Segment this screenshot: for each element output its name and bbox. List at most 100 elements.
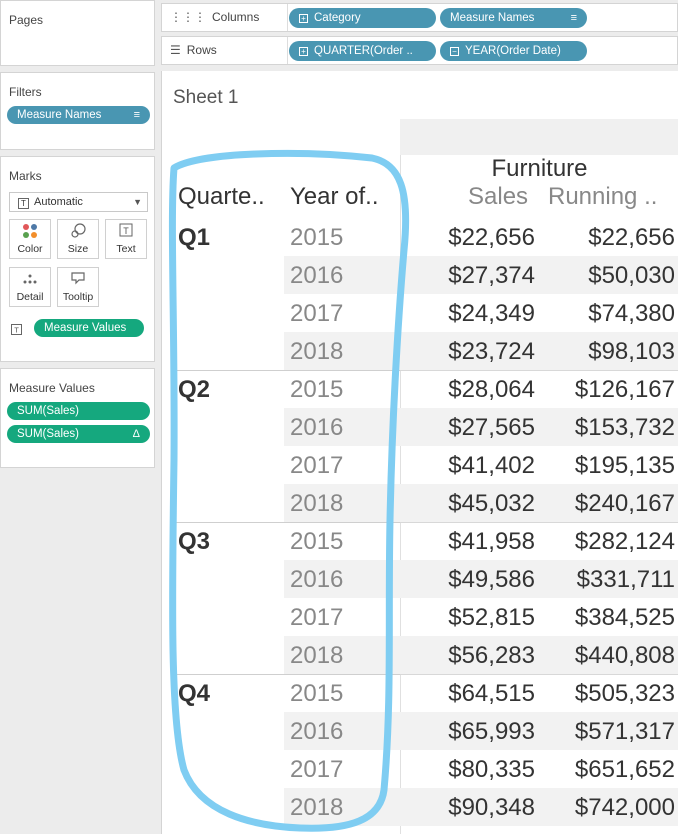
sales-cell[interactable]: $65,993 xyxy=(448,718,535,746)
chevron-down-icon: ▼ xyxy=(133,197,142,207)
shelf-divider xyxy=(287,4,288,31)
measure-values-card[interactable]: Measure Values SUM(Sales) SUM(Sales) Δ xyxy=(0,368,155,468)
year-label[interactable]: 2017 xyxy=(290,756,343,784)
year-label[interactable]: 2017 xyxy=(290,452,343,480)
year-label[interactable]: 2016 xyxy=(290,718,343,746)
sales-cell[interactable]: $27,374 xyxy=(448,262,535,290)
columns-pill-label: Measure Names xyxy=(450,12,535,24)
sales-cell[interactable]: $45,032 xyxy=(448,490,535,518)
year-label[interactable]: 2015 xyxy=(290,528,343,556)
text-mark-icon: T xyxy=(18,198,29,209)
sales-cell[interactable]: $64,515 xyxy=(448,680,535,708)
year-label[interactable]: 2015 xyxy=(290,376,343,404)
running-sum-cell[interactable]: $153,732 xyxy=(575,414,675,442)
running-sum-cell[interactable]: $50,030 xyxy=(588,262,675,290)
year-label[interactable]: 2017 xyxy=(290,604,343,632)
expand-plus-icon: + xyxy=(299,47,308,56)
rows-shelf[interactable]: ☰ Rows + QUARTER(Order .. − YEAR(Order Date… xyxy=(161,36,678,65)
running-sum-cell[interactable]: $331,711 xyxy=(577,566,675,594)
tooltip-button[interactable]: Tooltip xyxy=(57,267,99,307)
columns-pill-measure-names[interactable]: Measure Names ≡ xyxy=(440,8,587,28)
marks-card[interactable]: Marks T Automatic ▼ Color Size T Text De… xyxy=(0,156,155,362)
year-label[interactable]: 2018 xyxy=(290,794,343,822)
year-label[interactable]: 2016 xyxy=(290,414,343,442)
rows-pill-quarter[interactable]: + QUARTER(Order .. xyxy=(289,41,436,61)
mark-type-value: Automatic xyxy=(34,196,83,208)
quarter-separator-pane xyxy=(400,522,678,523)
color-button[interactable]: Color xyxy=(9,219,51,259)
running-sum-cell[interactable]: $195,135 xyxy=(575,452,675,480)
year-label[interactable]: 2017 xyxy=(290,300,343,328)
collapse-minus-icon: − xyxy=(450,47,459,56)
sales-cell[interactable]: $24,349 xyxy=(448,300,535,328)
svg-text:T: T xyxy=(14,326,19,335)
year-label[interactable]: 2018 xyxy=(290,490,343,518)
sales-cell[interactable]: $23,724 xyxy=(448,338,535,366)
running-sum-cell[interactable]: $22,656 xyxy=(588,224,675,252)
sales-cell[interactable]: $41,402 xyxy=(448,452,535,480)
running-sum-cell[interactable]: $98,103 xyxy=(588,338,675,366)
sort-icon: ≡ xyxy=(570,12,577,24)
filters-card[interactable]: Filters Measure Names ≡ xyxy=(0,72,155,150)
row-header-quarter[interactable]: Quarte.. xyxy=(178,183,265,211)
running-sum-cell[interactable]: $651,652 xyxy=(575,756,675,784)
sales-cell[interactable]: $80,335 xyxy=(448,756,535,784)
sales-cell[interactable]: $28,064 xyxy=(448,376,535,404)
year-label[interactable]: 2018 xyxy=(290,642,343,670)
year-label[interactable]: 2015 xyxy=(290,680,343,708)
header-band xyxy=(400,119,678,155)
columns-pill-category[interactable]: + Category xyxy=(289,8,436,28)
running-sum-cell[interactable]: $742,000 xyxy=(575,794,675,822)
columns-pill-label: Category xyxy=(314,12,361,24)
sales-cell[interactable]: $49,586 xyxy=(448,566,535,594)
pages-card[interactable]: Pages xyxy=(0,0,155,66)
mark-type-dropdown[interactable]: T Automatic ▼ xyxy=(9,192,148,212)
sales-cell[interactable]: $56,283 xyxy=(448,642,535,670)
sales-cell[interactable]: $22,656 xyxy=(448,224,535,252)
quarter-label[interactable]: Q4 xyxy=(178,680,210,708)
text-button[interactable]: T Text xyxy=(105,219,147,259)
column-header-sales[interactable]: Sales xyxy=(468,183,528,211)
sales-cell[interactable]: $52,815 xyxy=(448,604,535,632)
running-sum-cell[interactable]: $240,167 xyxy=(575,490,675,518)
running-sum-cell[interactable]: $440,808 xyxy=(575,642,675,670)
color-dots-icon xyxy=(10,223,50,243)
marks-pill-measure-values[interactable]: Measure Values xyxy=(34,319,144,337)
worksheet-canvas[interactable]: Sheet 1 Furniture Quarte.. Year of.. Sal… xyxy=(161,71,678,834)
quarter-separator xyxy=(172,370,400,371)
sort-icon: ≡ xyxy=(133,109,140,121)
size-button[interactable]: Size xyxy=(57,219,99,259)
size-label: Size xyxy=(67,243,89,255)
running-sum-cell[interactable]: $282,124 xyxy=(575,528,675,556)
quarter-separator xyxy=(172,674,400,675)
running-sum-cell[interactable]: $74,380 xyxy=(588,300,675,328)
quarter-label[interactable]: Q2 xyxy=(178,376,210,404)
svg-text:T: T xyxy=(123,226,129,236)
year-label[interactable]: 2016 xyxy=(290,566,343,594)
quarter-label[interactable]: Q3 xyxy=(178,528,210,556)
running-sum-cell[interactable]: $571,317 xyxy=(575,718,675,746)
year-label[interactable]: 2015 xyxy=(290,224,343,252)
row-header-year[interactable]: Year of.. xyxy=(290,183,379,211)
running-sum-cell[interactable]: $126,167 xyxy=(575,376,675,404)
running-sum-cell[interactable]: $384,525 xyxy=(575,604,675,632)
detail-button[interactable]: Detail xyxy=(9,267,51,307)
rows-pill-label: YEAR(Order Date) xyxy=(465,45,561,57)
year-label[interactable]: 2018 xyxy=(290,338,343,366)
quarter-label[interactable]: Q1 xyxy=(178,224,210,252)
running-sum-cell[interactable]: $505,323 xyxy=(575,680,675,708)
filter-pill-measure-names[interactable]: Measure Names ≡ xyxy=(7,106,150,124)
sales-cell[interactable]: $90,348 xyxy=(448,794,535,822)
rows-pill-year[interactable]: − YEAR(Order Date) xyxy=(440,41,587,61)
columns-label-text: Columns xyxy=(212,10,260,24)
column-header-running[interactable]: Running .. xyxy=(548,183,657,211)
sales-cell[interactable]: $27,565 xyxy=(448,414,535,442)
columns-shelf[interactable]: ⋮⋮⋮ Columns + Category Measure Names ≡ xyxy=(161,3,678,32)
text-icon: T xyxy=(106,223,146,243)
rows-pill-label: QUARTER(Order .. xyxy=(314,45,413,57)
measure-pill-sum-sales-table-calc[interactable]: SUM(Sales) Δ xyxy=(7,425,150,443)
quarter-separator-pane xyxy=(400,370,678,371)
measure-pill-sum-sales[interactable]: SUM(Sales) xyxy=(7,402,150,420)
year-label[interactable]: 2016 xyxy=(290,262,343,290)
sales-cell[interactable]: $41,958 xyxy=(448,528,535,556)
